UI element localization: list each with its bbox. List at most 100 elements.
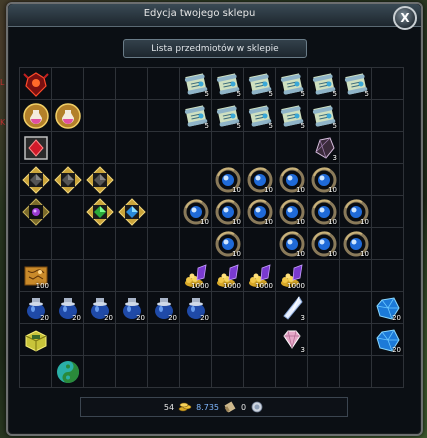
blue-jar-icon[interactable] [22, 294, 50, 322]
pink-potion-icon[interactable] [22, 102, 50, 130]
shop-slot[interactable] [20, 228, 52, 260]
shop-slot[interactable] [308, 356, 340, 388]
shop-slot[interactable] [20, 68, 52, 100]
shop-slot[interactable]: 20 [148, 292, 180, 324]
shop-slot[interactable] [372, 260, 404, 292]
shop-slot[interactable] [52, 228, 84, 260]
shop-slot[interactable] [340, 132, 372, 164]
shop-slot[interactable]: 3 [276, 292, 308, 324]
shop-slot[interactable] [20, 196, 52, 228]
shop-slot[interactable]: 5 [308, 100, 340, 132]
shop-slot[interactable] [340, 356, 372, 388]
blue-orb-icon[interactable] [310, 166, 338, 194]
green-stone-icon[interactable] [86, 198, 114, 226]
shop-slot[interactable]: 20 [372, 292, 404, 324]
scroll-icon[interactable] [278, 70, 306, 98]
shop-slot[interactable] [244, 356, 276, 388]
shop-slot[interactable]: 10 [212, 228, 244, 260]
blue-stone-icon[interactable] [118, 198, 146, 226]
gold-purple-pile-icon[interactable] [182, 262, 210, 290]
shop-slot[interactable] [116, 132, 148, 164]
scroll-icon[interactable] [310, 70, 338, 98]
shop-slot[interactable] [372, 356, 404, 388]
blue-orb-icon[interactable] [342, 198, 370, 226]
shop-slot[interactable]: 5 [276, 68, 308, 100]
scroll-icon[interactable] [246, 102, 274, 130]
shop-slot[interactable] [212, 132, 244, 164]
yin-yang-marble-icon[interactable] [54, 358, 82, 386]
shop-slot[interactable] [340, 260, 372, 292]
shop-slot[interactable] [52, 196, 84, 228]
shop-slot[interactable]: 20 [52, 292, 84, 324]
blue-orb-icon[interactable] [278, 230, 306, 258]
shop-slot[interactable]: 5 [244, 68, 276, 100]
shop-slot[interactable]: 20 [180, 292, 212, 324]
blue-crystal-icon[interactable] [374, 326, 402, 354]
shop-slot[interactable]: 10 [276, 164, 308, 196]
shop-slot[interactable] [372, 68, 404, 100]
shop-slot[interactable]: 5 [212, 100, 244, 132]
shop-slot[interactable] [20, 132, 52, 164]
shop-slot[interactable]: 20 [20, 292, 52, 324]
blue-jar-icon[interactable] [118, 294, 146, 322]
shop-slot[interactable] [308, 292, 340, 324]
scroll-icon[interactable] [278, 102, 306, 130]
shop-slot[interactable] [52, 100, 84, 132]
shop-slot[interactable]: 10 [308, 164, 340, 196]
shop-slot[interactable]: 10 [340, 228, 372, 260]
shop-slot[interactable] [180, 356, 212, 388]
treasure-map-icon[interactable] [22, 262, 50, 290]
blue-orb-icon[interactable] [310, 230, 338, 258]
black-stone-icon[interactable] [54, 166, 82, 194]
shop-slot[interactable]: 10 [212, 164, 244, 196]
shop-slot[interactable]: 10 [340, 196, 372, 228]
shop-slot[interactable]: 20 [372, 324, 404, 356]
shop-slot[interactable] [116, 68, 148, 100]
shop-slot[interactable] [20, 164, 52, 196]
shop-slot[interactable] [276, 356, 308, 388]
blue-jar-icon[interactable] [86, 294, 114, 322]
shop-slot[interactable] [180, 228, 212, 260]
scroll-icon[interactable] [342, 70, 370, 98]
shop-slot[interactable]: 10 [244, 164, 276, 196]
shop-slot[interactable] [20, 356, 52, 388]
shop-slot[interactable] [52, 324, 84, 356]
blue-orb-icon[interactable] [214, 230, 242, 258]
shop-slot[interactable] [308, 260, 340, 292]
shop-slot[interactable]: 1000 [180, 260, 212, 292]
scroll-icon[interactable] [246, 70, 274, 98]
shop-slot[interactable] [116, 164, 148, 196]
shop-slot[interactable] [244, 324, 276, 356]
shop-slot[interactable] [148, 356, 180, 388]
shop-slot[interactable] [116, 228, 148, 260]
shop-slot[interactable] [84, 68, 116, 100]
shop-slot[interactable] [148, 164, 180, 196]
shop-slot[interactable] [148, 132, 180, 164]
shop-slot[interactable] [84, 132, 116, 164]
shop-slot[interactable] [148, 100, 180, 132]
scroll-icon[interactable] [310, 102, 338, 130]
shop-slot[interactable] [20, 100, 52, 132]
shop-slot[interactable] [84, 324, 116, 356]
blue-jar-icon[interactable] [182, 294, 210, 322]
pink-potion-icon[interactable] [54, 102, 82, 130]
blue-orb-icon[interactable] [214, 166, 242, 194]
shop-slot[interactable] [340, 324, 372, 356]
yellow-box-icon[interactable] [22, 326, 50, 354]
shop-slot[interactable] [212, 324, 244, 356]
shop-slot[interactable] [84, 356, 116, 388]
blue-orb-icon[interactable] [246, 198, 274, 226]
red-gem-icon[interactable] [22, 134, 50, 162]
shop-slot[interactable] [84, 164, 116, 196]
crimson-crest-icon[interactable] [22, 70, 50, 98]
shop-slot[interactable] [180, 132, 212, 164]
shop-slot[interactable]: 20 [116, 292, 148, 324]
blue-orb-icon[interactable] [278, 166, 306, 194]
blue-jar-icon[interactable] [54, 294, 82, 322]
shop-slot[interactable] [372, 132, 404, 164]
shop-slot[interactable] [212, 292, 244, 324]
gold-purple-pile-icon[interactable] [214, 262, 242, 290]
pink-diamond-icon[interactable] [278, 326, 306, 354]
window-titlebar[interactable]: Edycja twojego sklepu X [8, 4, 421, 30]
shop-slot[interactable] [148, 324, 180, 356]
